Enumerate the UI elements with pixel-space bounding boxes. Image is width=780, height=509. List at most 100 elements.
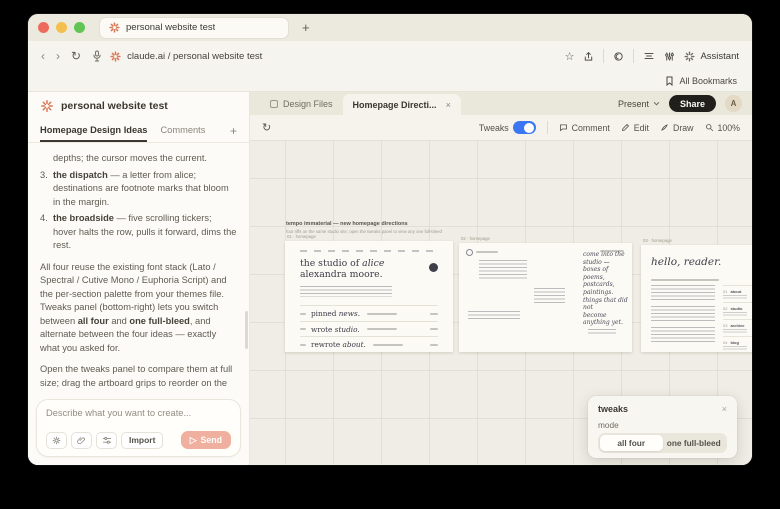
tab-design-files[interactable]: Design Files bbox=[260, 92, 343, 115]
list-item: wrote studio. bbox=[300, 320, 438, 337]
nav-item: 03 archive bbox=[723, 319, 752, 336]
toolbar-divider bbox=[633, 49, 635, 63]
project-header: personal website test bbox=[28, 92, 249, 119]
list-item: pinned news. bbox=[300, 305, 438, 321]
toolbar-actions: ☆ Assistant bbox=[565, 49, 739, 63]
claude-favicon-icon bbox=[109, 22, 120, 33]
artboard1-heading: the studio of alice alexandra moore. bbox=[300, 258, 385, 280]
subtitle-greeked bbox=[651, 279, 719, 281]
new-tab-button[interactable]: + bbox=[302, 20, 310, 35]
assistant-label: Assistant bbox=[700, 50, 739, 62]
caption-greeked bbox=[588, 329, 616, 335]
list-item: rewrote about. bbox=[300, 336, 438, 352]
draw-button[interactable]: Draw bbox=[660, 123, 694, 133]
chat-transcript: depths; the cursor moves the current. 3. t… bbox=[28, 143, 249, 393]
all-bookmarks-button[interactable]: All Bookmarks bbox=[679, 76, 737, 86]
tab-homepage-directions[interactable]: Homepage Directi... × bbox=[342, 94, 461, 115]
comment-button[interactable]: Comment bbox=[559, 123, 610, 133]
add-tab-button[interactable]: + bbox=[230, 119, 237, 142]
artboard2-script: come into the studio — boxes of poems, pos… bbox=[583, 251, 628, 327]
import-button[interactable]: Import bbox=[121, 431, 164, 449]
mic-icon[interactable] bbox=[92, 50, 102, 62]
send-button[interactable]: ▷ Send bbox=[180, 431, 231, 449]
claude-favicon-icon bbox=[110, 50, 121, 62]
paragraph-greeked bbox=[534, 288, 565, 305]
assistant-button[interactable]: Assistant bbox=[684, 51, 739, 62]
back-icon[interactable]: ‹ bbox=[41, 49, 45, 63]
claude-logo-icon bbox=[40, 99, 54, 112]
canvas-reload-icon[interactable]: ↻ bbox=[262, 121, 271, 134]
zoom-window-button[interactable] bbox=[74, 22, 85, 33]
chat-scrollbar[interactable] bbox=[245, 311, 248, 349]
tune-icon[interactable] bbox=[664, 51, 675, 62]
toolbar-divider bbox=[603, 49, 605, 63]
chat-block: 4. the broadside — five scrolling tickers… bbox=[40, 213, 237, 250]
artboard-tag: 03 · homepage bbox=[643, 238, 672, 243]
edit-button[interactable]: Edit bbox=[621, 123, 649, 133]
artboard3-nav: 01about02studio03archive04blog05now bbox=[723, 285, 752, 352]
artboard-ledger[interactable]: come into the studio — boxes of poems, pos… bbox=[459, 243, 632, 352]
artboard-atelier[interactable]: the studio of alice alexandra moore. pin… bbox=[285, 241, 453, 352]
attachment-paperclip-button[interactable] bbox=[71, 431, 92, 449]
artboard1-list: pinned news.wrote studio.rewrote about.a… bbox=[300, 305, 438, 352]
claude-assistant-icon bbox=[684, 50, 695, 62]
extension-icon[interactable] bbox=[613, 51, 624, 62]
composer-input[interactable] bbox=[46, 408, 231, 418]
chat-block: 3. the dispatch — a letter from alice; de… bbox=[40, 169, 229, 207]
forward-icon[interactable]: › bbox=[56, 49, 60, 63]
canvas-surface[interactable]: tempo immaterial — new homepage directio… bbox=[250, 141, 752, 465]
close-window-button[interactable] bbox=[38, 22, 49, 33]
artboard-tag: 02 · homepage bbox=[461, 236, 490, 241]
mini-nav bbox=[300, 250, 438, 252]
close-icon[interactable]: × bbox=[722, 404, 727, 414]
file-icon bbox=[270, 99, 278, 108]
tweaks-panel: tweaks × mode all four one full-bleed bbox=[588, 396, 737, 458]
tweaks-title: tweaks bbox=[598, 404, 629, 414]
reading-list-icon[interactable] bbox=[643, 51, 655, 61]
send-icon: ▷ bbox=[189, 434, 197, 445]
present-dropdown[interactable]: Present bbox=[618, 99, 660, 109]
chat-blocks: depths; the cursor moves the current. 3. t… bbox=[40, 152, 237, 393]
avatar[interactable]: A bbox=[725, 95, 742, 112]
address-url: claude.ai / personal website test bbox=[127, 50, 263, 62]
bookmarks-bar: All Bookmarks bbox=[28, 71, 752, 92]
mode-segmented-control: all four one full-bleed bbox=[598, 433, 727, 453]
bookmark-star-icon[interactable]: ☆ bbox=[565, 50, 575, 63]
share-button[interactable]: Share bbox=[668, 95, 716, 112]
composer-actions: Import ▷ Send bbox=[46, 431, 231, 449]
claude-app: personal website test Homepage Design Id… bbox=[28, 92, 752, 465]
chat-sidebar: personal website test Homepage Design Id… bbox=[28, 92, 250, 465]
mode-option-one-full-bleed[interactable]: one full-bleed bbox=[663, 435, 726, 451]
artboard-dispatch[interactable]: hello, reader. 01 about 02 studio 03 archive 0… bbox=[641, 245, 752, 352]
zoom-control[interactable]: 100% bbox=[705, 123, 740, 133]
canvas-panel: Design Files Homepage Directi... × Prese… bbox=[250, 92, 752, 465]
tweaks-label: Tweaks bbox=[478, 122, 509, 133]
mode-option-all-four[interactable]: all four bbox=[600, 435, 663, 451]
letter-body-greeked bbox=[651, 285, 715, 348]
minimize-window-button[interactable] bbox=[56, 22, 67, 33]
settings-gear-button[interactable] bbox=[46, 431, 67, 449]
comment-icon bbox=[559, 124, 567, 132]
tab-homepage-design-ideas[interactable]: Homepage Design Ideas bbox=[40, 119, 148, 142]
browser-tab[interactable]: personal website test bbox=[100, 17, 288, 38]
tab-comments[interactable]: Comments bbox=[160, 119, 205, 142]
intro-text-greeked bbox=[300, 286, 392, 297]
nav-item: 02 studio bbox=[723, 302, 752, 319]
byline-greeked bbox=[476, 251, 498, 253]
address-bar[interactable]: claude.ai / personal website test bbox=[110, 51, 565, 62]
browser-window: personal website test + ‹ › ↻ claude.ai … bbox=[28, 14, 752, 465]
project-title: personal website test bbox=[61, 99, 168, 112]
tweaks-toggle[interactable] bbox=[512, 121, 536, 134]
board-label: tempo immaterial — new homepage directio… bbox=[286, 221, 442, 234]
theme-badge-icon bbox=[429, 263, 438, 272]
browser-tabstrip: personal website test + bbox=[28, 14, 752, 41]
list-item: argued blog. bbox=[300, 351, 438, 352]
sliders-button[interactable] bbox=[96, 431, 117, 449]
chat-block: Open the tweaks panel to compare them at… bbox=[40, 364, 233, 393]
share-page-icon[interactable] bbox=[583, 51, 594, 62]
reload-icon[interactable]: ↻ bbox=[71, 49, 81, 63]
nav-item: 01 about bbox=[723, 285, 752, 302]
paragraph-greeked bbox=[468, 311, 520, 321]
monogram-icon bbox=[466, 249, 473, 256]
close-tab-icon[interactable]: × bbox=[446, 100, 451, 110]
